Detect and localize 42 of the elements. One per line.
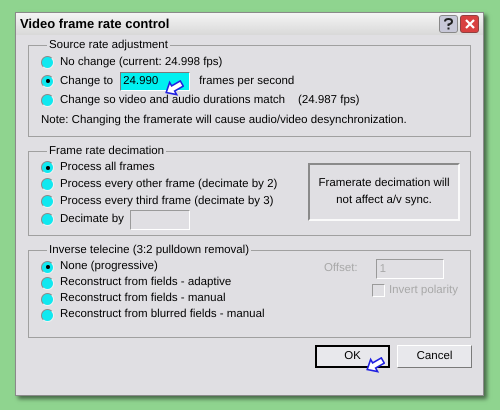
option-label: Change to bbox=[60, 74, 114, 89]
radio-button[interactable] bbox=[41, 94, 54, 107]
dialog-button[interactable]: Cancel bbox=[397, 345, 472, 368]
help-button[interactable] bbox=[439, 15, 458, 33]
group-title: Source rate adjustment bbox=[48, 38, 169, 53]
radio-button[interactable] bbox=[41, 292, 54, 306]
radio-button[interactable] bbox=[41, 213, 54, 226]
radio-button[interactable] bbox=[41, 178, 54, 192]
option-label: Decimate by bbox=[60, 212, 124, 228]
option-label: None (progressive) bbox=[60, 259, 158, 274]
info-box: Framerate decimation will not affect a/v sync. bbox=[308, 162, 460, 221]
checkbox-label: Invert polarity bbox=[388, 283, 458, 298]
option-label: Change so video and audio durations match bbox=[60, 92, 286, 108]
window-title: Video frame rate control bbox=[20, 15, 170, 34]
radio-button[interactable] bbox=[41, 308, 54, 322]
decimate-input[interactable] bbox=[130, 210, 190, 230]
close-icon bbox=[464, 19, 474, 29]
cursor-icon bbox=[164, 80, 184, 96]
option-label: Reconstruct from blurred fields - manual bbox=[60, 307, 265, 322]
radio-button[interactable] bbox=[41, 161, 54, 174]
rate-input[interactable]: 24.990 bbox=[120, 72, 190, 91]
close-button[interactable] bbox=[460, 15, 479, 33]
help-icon bbox=[444, 18, 453, 30]
offset-label: Offset: bbox=[324, 261, 358, 276]
unit-label: frames per second bbox=[199, 74, 294, 89]
radio-button[interactable] bbox=[41, 260, 54, 274]
group-title: Frame rate decimation bbox=[48, 144, 166, 158]
option-label: No change (current: 24.998 fps) bbox=[60, 54, 222, 70]
option-label: Reconstruct from fields - manual bbox=[60, 291, 226, 306]
option-label: Reconstruct from fields - adaptive bbox=[60, 275, 232, 290]
radio-button[interactable] bbox=[41, 74, 54, 88]
option-label: Process all frames bbox=[60, 160, 155, 176]
radio-button[interactable] bbox=[41, 56, 54, 69]
note-text: Note: Changing the framerate will cause audio/video desynchronization. bbox=[41, 113, 408, 128]
radio-button[interactable] bbox=[41, 276, 54, 290]
dialog-button[interactable]: OK bbox=[315, 345, 390, 368]
option-label: Process every other frame (decimate by 2) bbox=[60, 177, 278, 192]
radio-button[interactable] bbox=[41, 195, 54, 208]
fps-reading: (24.987 fps) bbox=[298, 92, 360, 108]
option-label: Process every third frame (decimate by 3) bbox=[60, 194, 274, 210]
cursor-icon bbox=[365, 357, 385, 373]
group-title: Inverse telecine (3:2 pulldown removal) bbox=[48, 242, 250, 258]
